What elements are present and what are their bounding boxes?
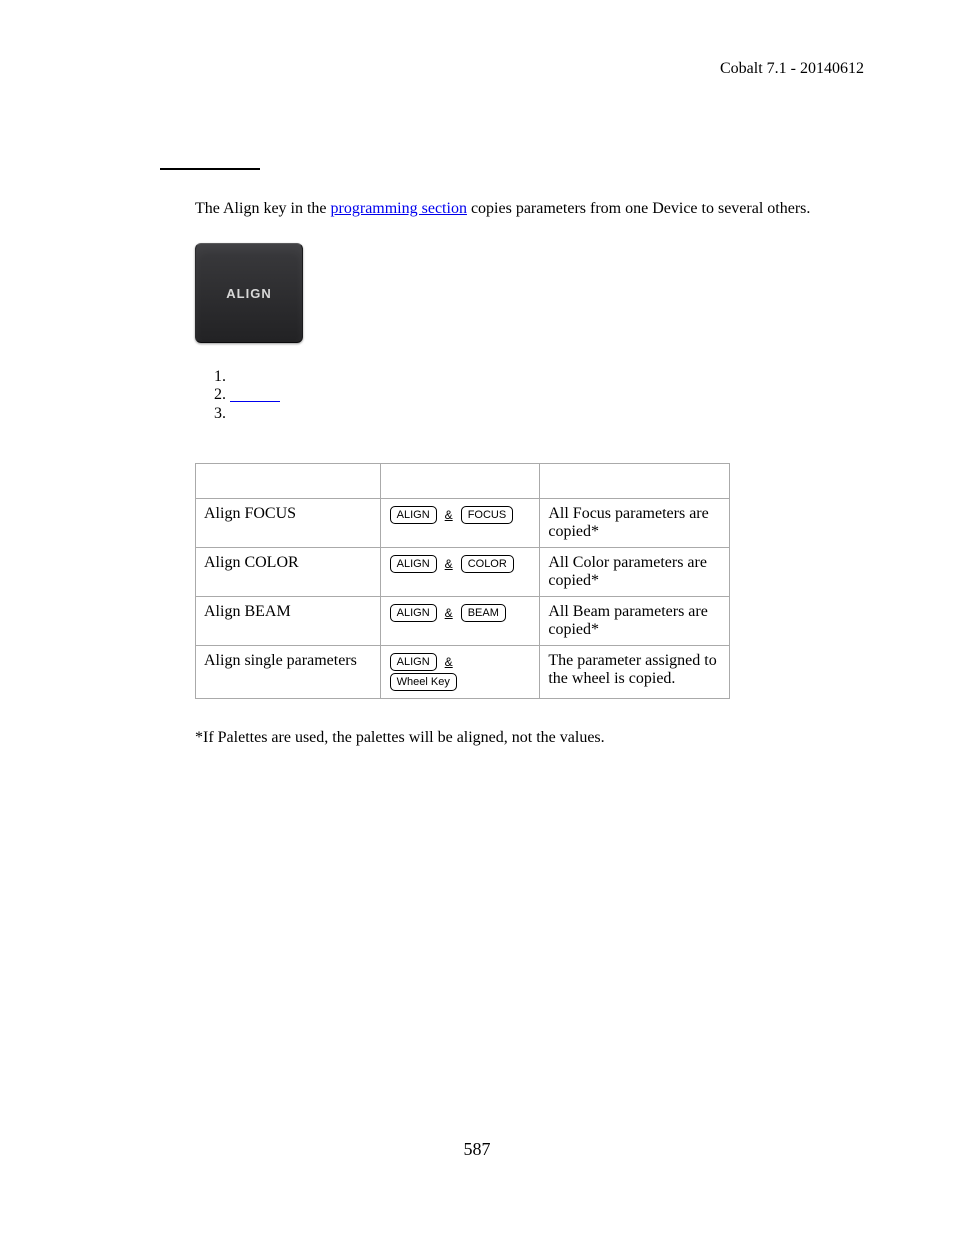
feedback-cell: All Beam parameters are copied* (540, 597, 730, 646)
keycap-wheel: Wheel Key (390, 673, 457, 691)
amp-separator: & (445, 508, 453, 522)
header-version: Cobalt 7.1 - 20140612 (90, 60, 864, 78)
keys-cell: ALIGN & COLOR (380, 548, 540, 597)
feedback-cell: The parameter assigned to the wheel is c… (540, 646, 730, 699)
function-cell: Align BEAM (196, 597, 381, 646)
function-cell: Align single parameters (196, 646, 381, 699)
steps-list (230, 368, 864, 423)
function-cell: Align FOCUS (196, 499, 381, 548)
column-header (196, 464, 381, 499)
keycap-beam: BEAM (461, 604, 506, 622)
page-number: 587 (0, 1139, 954, 1160)
table-header-row (196, 464, 730, 499)
align-keycap-image: ALIGN (195, 243, 303, 343)
table-row: Align COLOR ALIGN & COLOR All Color para… (196, 548, 730, 597)
align-key-graphic: ALIGN (195, 243, 864, 343)
section-divider (160, 168, 260, 170)
list-item (230, 405, 864, 423)
programming-section-link[interactable]: programming section (331, 200, 467, 217)
table-row: Align BEAM ALIGN & BEAM All Beam paramet… (196, 597, 730, 646)
keycap-align: ALIGN (390, 653, 437, 671)
keycap-align: ALIGN (390, 555, 437, 573)
keycap-focus: FOCUS (461, 506, 514, 524)
amp-separator: & (445, 557, 453, 571)
list-item (230, 386, 864, 404)
feedback-cell: All Focus parameters are copied* (540, 499, 730, 548)
keycap-align: ALIGN (390, 506, 437, 524)
table-row: Align FOCUS ALIGN & FOCUS All Focus para… (196, 499, 730, 548)
keys-cell: ALIGN & Wheel Key (380, 646, 540, 699)
table-row: Align single parameters ALIGN & Wheel Ke… (196, 646, 730, 699)
intro-paragraph: The Align key in the programming section… (195, 200, 864, 218)
list-link-placeholder[interactable] (230, 390, 280, 402)
intro-pre: The Align key in the (195, 200, 331, 217)
amp-separator: & (445, 606, 453, 620)
keys-cell: ALIGN & BEAM (380, 597, 540, 646)
amp-separator: & (445, 655, 453, 669)
list-item (230, 368, 864, 386)
column-header (380, 464, 540, 499)
feedback-cell: All Color parameters are copied* (540, 548, 730, 597)
column-header (540, 464, 730, 499)
footnote-text: *If Palettes are used, the palettes will… (195, 729, 864, 747)
intro-post: copies parameters from one Device to sev… (467, 200, 810, 217)
keys-cell: ALIGN & FOCUS (380, 499, 540, 548)
function-cell: Align COLOR (196, 548, 381, 597)
keycap-color: COLOR (461, 555, 514, 573)
keycap-align: ALIGN (390, 604, 437, 622)
align-functions-table: Align FOCUS ALIGN & FOCUS All Focus para… (195, 463, 730, 699)
